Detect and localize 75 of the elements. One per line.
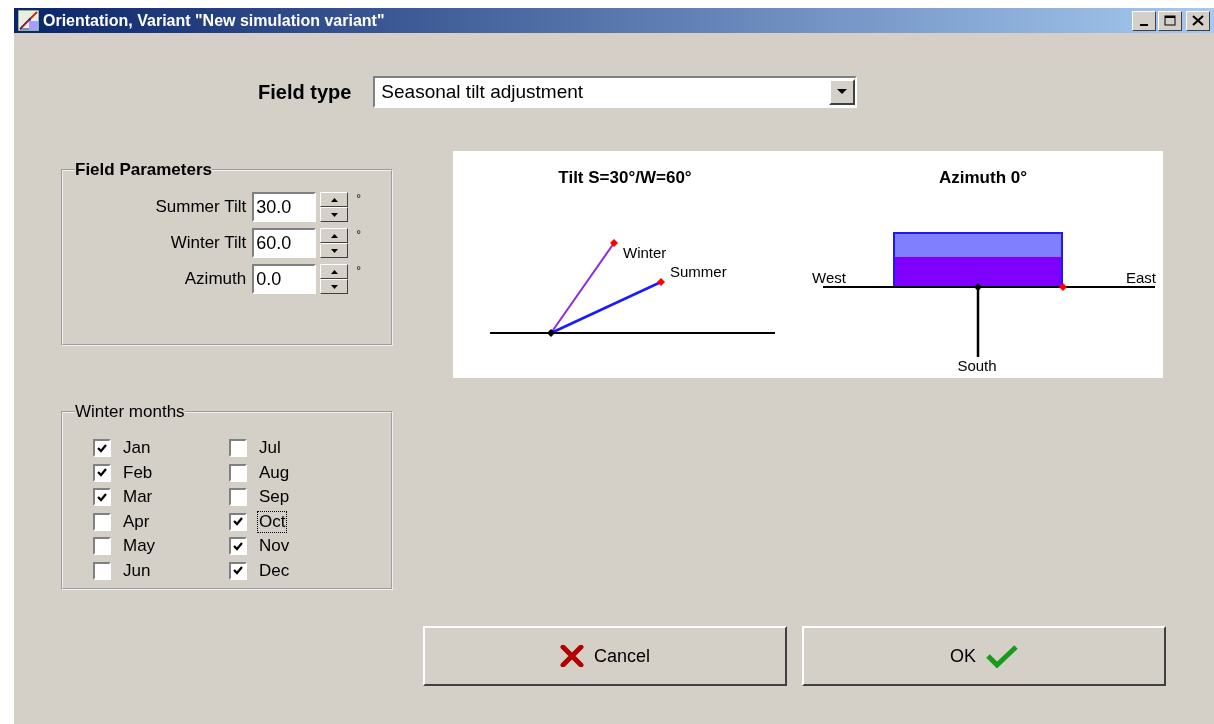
checkmark-icon <box>97 492 107 502</box>
checkbox[interactable] <box>93 488 111 507</box>
spin-up-button[interactable] <box>320 264 349 279</box>
month-label[interactable]: Jan <box>121 437 153 460</box>
line-label: Winter <box>623 244 667 261</box>
parameter-label: Summer Tilt <box>155 197 247 217</box>
direction-label: East <box>1126 269 1156 286</box>
down-arrow-icon <box>330 284 338 289</box>
app-icon <box>18 10 39 31</box>
cross-icon <box>560 645 584 667</box>
spin-down-button[interactable] <box>320 207 349 222</box>
checkbox[interactable] <box>229 561 247 580</box>
unit-label: ° <box>356 228 361 242</box>
direction-label: South <box>957 357 997 374</box>
checkbox[interactable] <box>93 561 111 580</box>
number-field[interactable]: 60.0 <box>252 228 317 258</box>
checkmark-icon <box>233 566 243 576</box>
month-label[interactable]: Nov <box>257 535 292 558</box>
month-label[interactable]: May <box>121 535 158 558</box>
number-field[interactable]: 30.0 <box>252 192 317 222</box>
spin-up-button[interactable] <box>320 228 349 243</box>
spin-down-button[interactable] <box>320 279 349 294</box>
checkbox[interactable] <box>229 488 247 507</box>
unit-label: ° <box>356 264 361 278</box>
parameter-label: Winter Tilt <box>170 233 247 253</box>
ok-button[interactable]: OK <box>802 626 1166 686</box>
down-arrow-icon <box>330 248 338 253</box>
up-arrow-icon <box>330 197 338 202</box>
checkbox[interactable] <box>229 537 247 556</box>
minimize-button[interactable] <box>1132 10 1156 31</box>
checkbox[interactable] <box>229 512 247 531</box>
checkmark-icon <box>986 644 1018 668</box>
spin-down-button[interactable] <box>320 243 349 258</box>
line-label: Summer <box>670 263 727 280</box>
checkbox[interactable] <box>229 439 247 458</box>
diagram-title: Tilt S=30°/W=60° <box>558 168 692 187</box>
maximize-button[interactable] <box>1158 10 1182 31</box>
checkmark-icon <box>97 443 107 453</box>
month-label[interactable]: Oct <box>257 510 288 533</box>
month-label[interactable]: Aug <box>257 461 292 484</box>
cancel-button[interactable]: Cancel <box>423 626 787 686</box>
checkbox[interactable] <box>93 439 111 458</box>
checkbox[interactable] <box>229 463 247 482</box>
month-label[interactable]: Jun <box>121 559 153 582</box>
checkmark-icon <box>97 468 107 478</box>
diagram-title: Azimuth 0° <box>939 168 1027 187</box>
month-label[interactable]: Mar <box>121 486 155 509</box>
month-label[interactable]: Sep <box>257 486 292 509</box>
window-title: Orientation, Variant "New simulation variant" <box>43 11 386 30</box>
spin-up-button[interactable] <box>320 192 349 207</box>
field-type-dropdown[interactable]: Seasonal tilt adjustment <box>373 76 858 108</box>
close-button[interactable] <box>1186 10 1210 31</box>
number-field[interactable]: 0.0 <box>252 264 317 294</box>
minimize-icon <box>1140 23 1148 26</box>
close-icon <box>1192 15 1204 26</box>
checkmark-icon <box>233 541 243 551</box>
maximize-icon <box>1164 15 1176 26</box>
up-arrow-icon <box>330 269 338 274</box>
dropdown-arrow-icon <box>837 89 848 95</box>
group-title: Winter months <box>75 402 185 422</box>
checkbox[interactable] <box>93 463 111 482</box>
checkmark-icon <box>233 517 243 527</box>
month-label[interactable]: Apr <box>121 510 152 533</box>
checkbox[interactable] <box>93 537 111 556</box>
checkbox[interactable] <box>93 512 111 531</box>
month-label[interactable]: Feb <box>121 461 155 484</box>
field-type-label: Field type <box>258 80 352 104</box>
parameter-label: Azimuth <box>184 269 247 289</box>
unit-label: ° <box>356 192 361 206</box>
month-label[interactable]: Jul <box>257 437 283 460</box>
group-title: Field Parameters <box>75 160 212 180</box>
month-label[interactable]: Dec <box>257 559 292 582</box>
direction-label: West <box>812 269 846 286</box>
down-arrow-icon <box>330 212 338 217</box>
up-arrow-icon <box>330 233 338 238</box>
